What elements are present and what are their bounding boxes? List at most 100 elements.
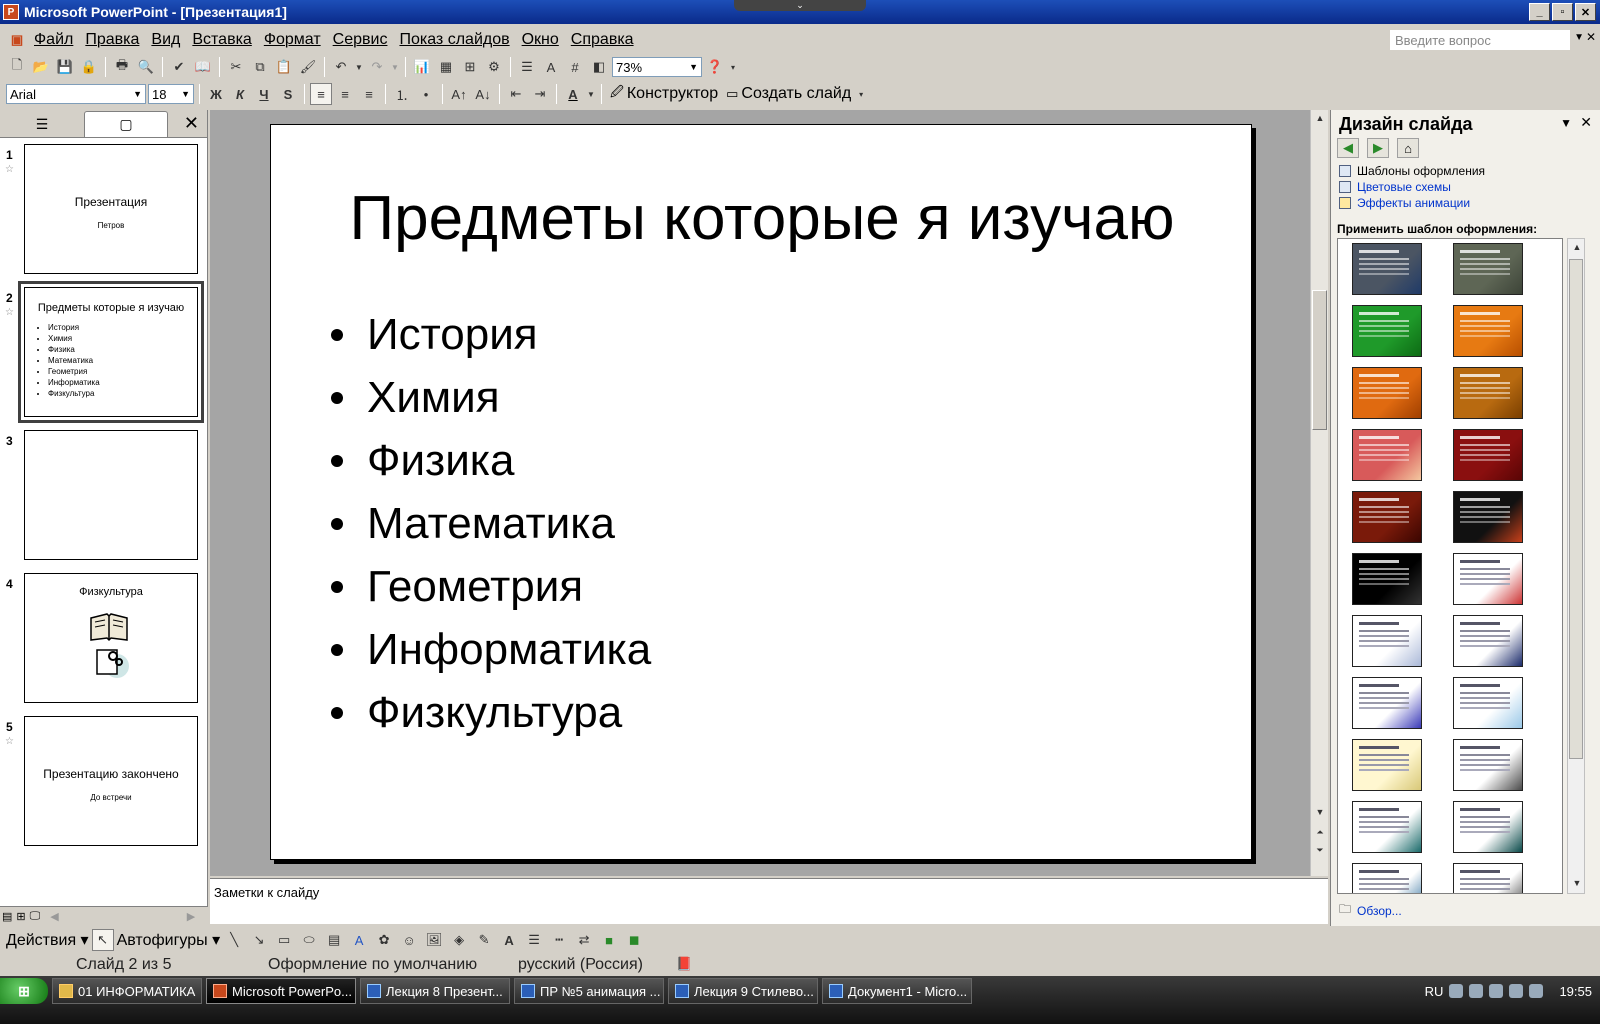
design-template-thumb[interactable]	[1453, 491, 1523, 543]
arrow-icon[interactable]: ↘	[248, 929, 270, 951]
undo-icon[interactable]: ↶	[330, 56, 352, 78]
scroll-up-icon[interactable]: ▲	[1311, 110, 1329, 126]
toolbar-options-icon[interactable]: ▾	[728, 56, 738, 78]
textbox-icon[interactable]: ▤	[323, 929, 345, 951]
taskbar-button[interactable]: Лекция 9 Стилево...	[668, 978, 818, 1004]
design-template-thumb[interactable]	[1453, 243, 1523, 295]
slide-thumb-5[interactable]: 5 ☆ Презентацию закончено До встречи	[0, 716, 208, 856]
link-animation-schemes[interactable]: Эффекты анимации	[1339, 196, 1470, 210]
design-template-thumb[interactable]	[1352, 739, 1422, 791]
tray-icon-1[interactable]	[1449, 984, 1464, 998]
maximize-button[interactable]: ▫	[1552, 3, 1573, 21]
tray-icon-2[interactable]	[1469, 984, 1484, 998]
document-close-icon[interactable]: ✕	[1586, 30, 1596, 44]
back-icon[interactable]: ◀	[1337, 138, 1359, 158]
tables-borders-icon[interactable]: ⊞	[459, 56, 481, 78]
design-template-thumb[interactable]	[1352, 429, 1422, 481]
ask-dropdown-icon[interactable]: ▼	[1574, 32, 1584, 43]
scroll-down-icon[interactable]: ▼	[1311, 804, 1329, 820]
shadow-style-icon[interactable]: ■	[598, 929, 620, 951]
redo-icon[interactable]: ↷	[366, 56, 388, 78]
volume-icon[interactable]	[1529, 984, 1544, 998]
font-color-icon[interactable]: A	[562, 83, 584, 105]
scroll-up-icon[interactable]: ▲	[1568, 239, 1586, 255]
hscroll-left-icon[interactable]: ◀	[50, 910, 58, 923]
slideshow-view-icon[interactable]: 🖵	[30, 910, 41, 923]
color-grayscale-icon[interactable]: ◧	[588, 56, 610, 78]
bold-button[interactable]: Ж	[205, 83, 227, 105]
increase-indent-icon[interactable]: ⇥	[529, 83, 551, 105]
research-icon[interactable]: 📖	[192, 56, 214, 78]
menu-file[interactable]: Файл	[28, 31, 79, 49]
taskbar-button[interactable]: Microsoft PowerPo...	[206, 978, 356, 1004]
menu-edit[interactable]: Правка	[79, 31, 145, 49]
task-pane-close-icon[interactable]: ✕	[1580, 114, 1592, 131]
select-objects-icon[interactable]: ↖	[91, 929, 114, 951]
undo-dropdown-icon[interactable]: ▼	[354, 56, 364, 78]
tab-outline[interactable]: ☰	[0, 111, 84, 137]
scroll-thumb[interactable]	[1569, 259, 1583, 759]
help-icon[interactable]: ❓	[704, 56, 726, 78]
pane-close-icon[interactable]: ✕	[184, 113, 199, 134]
design-template-thumb[interactable]	[1352, 801, 1422, 853]
diagram-icon[interactable]: ✿	[373, 929, 395, 951]
close-button[interactable]: ✕	[1575, 3, 1596, 21]
slide-thumb-2[interactable]: 2 ☆ Предметы которые я изучаю История Хи…	[0, 281, 208, 427]
paste-icon[interactable]: 📋	[273, 56, 295, 78]
3d-style-icon[interactable]: ◼	[623, 929, 645, 951]
fill-color-icon[interactable]: ◈	[448, 929, 470, 951]
copy-icon[interactable]: ⧉	[249, 56, 271, 78]
design-template-thumb[interactable]	[1352, 491, 1422, 543]
autoshapes-menu[interactable]: Автофигуры ▾	[117, 930, 221, 950]
design-template-thumb[interactable]	[1453, 863, 1523, 893]
spelling-status-icon[interactable]: 📕	[676, 956, 692, 972]
slide-vertical-scrollbar[interactable]: ▲ ▼ ⏶ ⏷	[1310, 110, 1328, 876]
increase-font-icon[interactable]: A↑	[448, 83, 470, 105]
insert-table-icon[interactable]: ▦	[435, 56, 457, 78]
link-color-schemes[interactable]: Цветовые схемы	[1339, 180, 1451, 194]
design-template-thumb[interactable]	[1352, 677, 1422, 729]
open-folder-icon[interactable]: 📂	[30, 56, 52, 78]
shadow-button[interactable]: S	[277, 83, 299, 105]
browse-link[interactable]: 🗀 Обзор...	[1339, 900, 1402, 921]
tray-icon-4[interactable]	[1509, 984, 1524, 998]
new-doc-icon[interactable]: 🗋	[6, 56, 28, 78]
current-slide[interactable]: Предметы которые я изучаю История Химия …	[270, 124, 1252, 860]
design-template-thumb[interactable]	[1453, 367, 1523, 419]
gallery-scrollbar[interactable]: ▲ ▼	[1567, 238, 1585, 894]
design-template-thumb[interactable]	[1352, 863, 1422, 893]
menu-slideshow[interactable]: Показ слайдов	[393, 31, 515, 49]
design-template-thumb[interactable]	[1352, 367, 1422, 419]
link-design-templates[interactable]: Шаблоны оформления	[1339, 164, 1485, 178]
slide-thumb-3[interactable]: 3	[0, 430, 208, 570]
format-painter-icon[interactable]: 🖌	[297, 56, 319, 78]
line-style-icon[interactable]: ☰	[523, 929, 545, 951]
forward-icon[interactable]: ▶	[1367, 138, 1389, 158]
italic-button[interactable]: К	[229, 83, 251, 105]
numbering-icon[interactable]: ⒈	[391, 83, 413, 105]
expand-all-icon[interactable]: ☰	[516, 56, 538, 78]
scroll-down-icon[interactable]: ▼	[1568, 875, 1586, 891]
align-right-icon[interactable]: ≡	[358, 83, 380, 105]
print-icon[interactable]: 🖶	[111, 56, 133, 78]
taskbar-button[interactable]: Документ1 - Micro...	[822, 978, 972, 1004]
insert-diagram-icon[interactable]: ⚙	[483, 56, 505, 78]
slide-thumb-4[interactable]: 4 Физкультура	[0, 573, 208, 713]
design-template-thumb[interactable]	[1352, 305, 1422, 357]
design-template-thumb[interactable]	[1352, 615, 1422, 667]
font-size-select[interactable]: 18 ▼	[148, 84, 194, 104]
next-slide-icon[interactable]: ⏷	[1311, 842, 1329, 858]
slide-bullet-list[interactable]: История Химия Физика Математика Геометри…	[331, 303, 651, 744]
line-color-icon[interactable]: ✎	[473, 929, 495, 951]
align-center-icon[interactable]: ≡	[334, 83, 356, 105]
picture-icon[interactable]: 🖼	[423, 929, 445, 951]
menu-insert[interactable]: Вставка	[186, 31, 257, 49]
save-icon[interactable]: 💾	[54, 56, 76, 78]
toolbar-options-icon[interactable]: ▾	[856, 83, 866, 105]
designer-button[interactable]: 🖉 Конструктор	[607, 83, 721, 105]
dash-style-icon[interactable]: ┅	[548, 929, 570, 951]
new-slide-button[interactable]: ▭ Создать слайд	[723, 85, 854, 103]
permission-icon[interactable]: 🔒	[78, 56, 100, 78]
font-color-icon[interactable]: A	[498, 929, 520, 951]
design-template-thumb[interactable]	[1453, 739, 1523, 791]
